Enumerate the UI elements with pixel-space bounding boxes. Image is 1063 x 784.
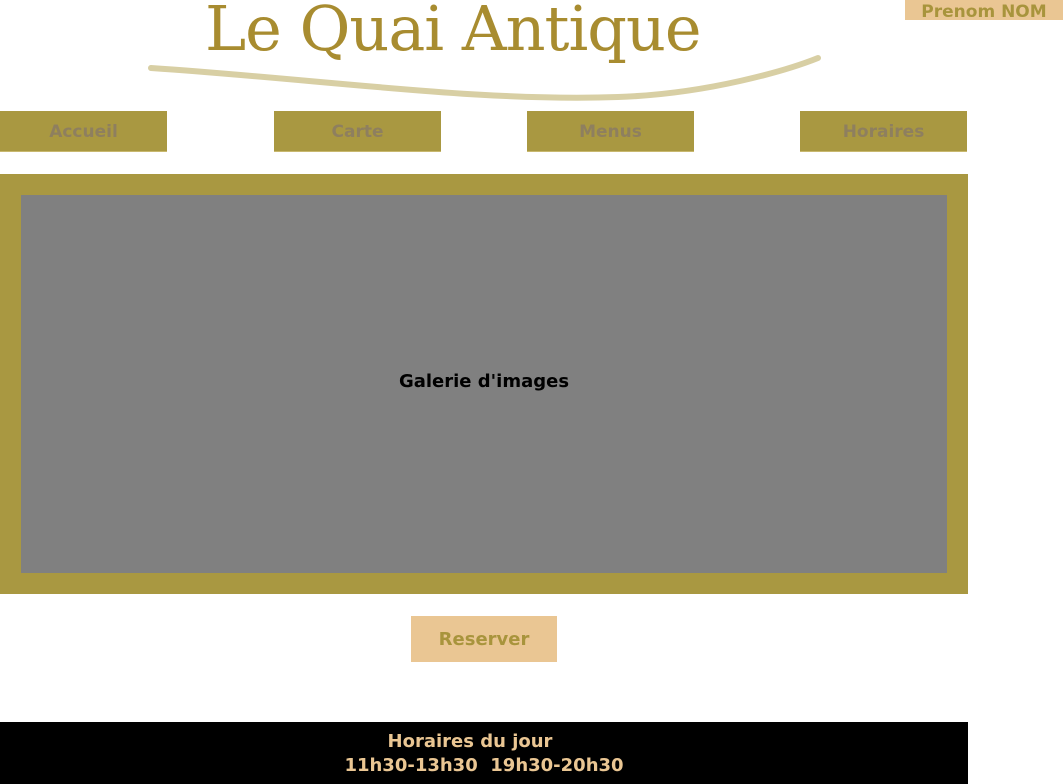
site-footer: Horaires du jour 11h30-13h30 19h30-20h30 — [0, 722, 968, 784]
image-gallery[interactable]: Galerie d'images — [21, 195, 947, 573]
logo-swoosh-decoration — [148, 55, 821, 101]
nav-accueil-button[interactable]: Accueil — [0, 111, 167, 152]
nav-menus-button[interactable]: Menus — [527, 111, 694, 152]
reserve-button[interactable]: Reserver — [411, 616, 557, 662]
nav-horaires-button[interactable]: Horaires — [800, 111, 967, 152]
image-gallery-frame: Galerie d'images — [0, 174, 968, 594]
user-account-button[interactable]: Prenom NOM — [905, 0, 1063, 20]
footer-hours-title: Horaires du jour — [387, 731, 553, 752]
nav-carte-button[interactable]: Carte — [274, 111, 441, 152]
gallery-label: Galerie d'images — [398, 371, 570, 392]
footer-hours-value: 11h30-13h30 19h30-20h30 — [344, 755, 624, 776]
logo-swoosh-path — [148, 55, 821, 101]
